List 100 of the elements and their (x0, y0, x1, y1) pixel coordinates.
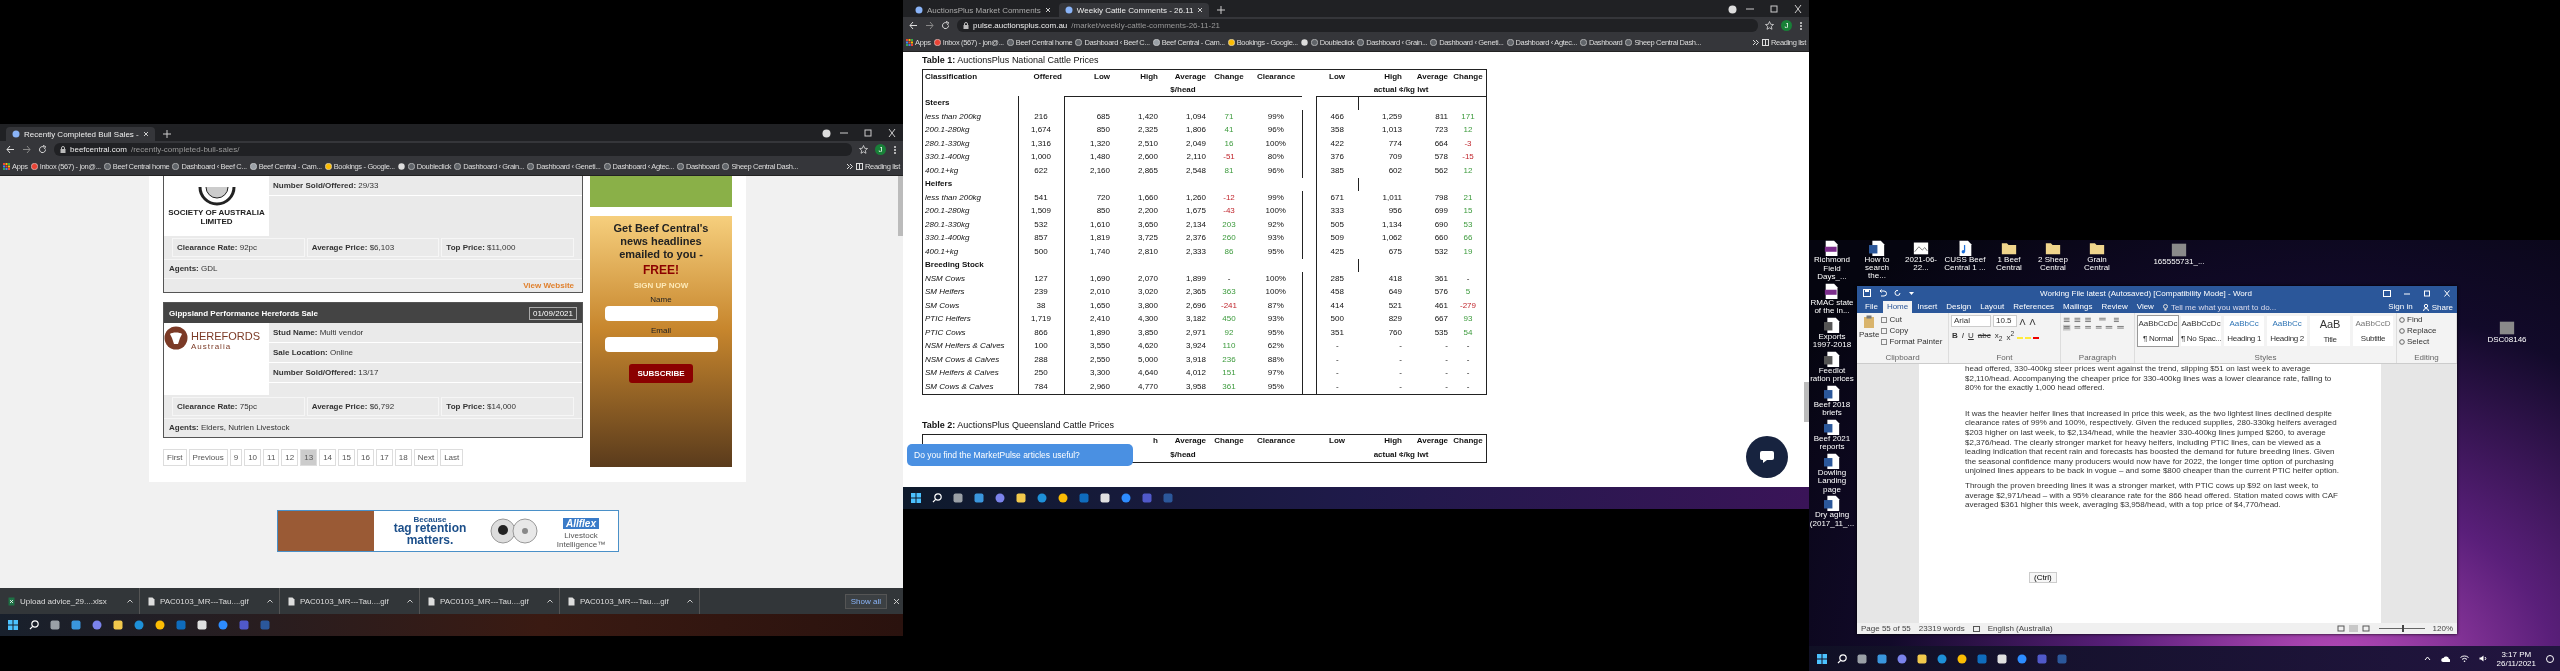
font-size-field[interactable]: 10.5 (1993, 315, 2017, 327)
profile-avatar[interactable]: J (875, 144, 886, 155)
ribbon-tab[interactable]: Review (2097, 301, 2132, 313)
plus-icon[interactable] (1217, 6, 1226, 14)
desktop-icon-label[interactable]: Richmond Field Days_... (1809, 256, 1855, 282)
page-link[interactable]: 12 (281, 449, 299, 466)
page-link[interactable]: 18 (394, 449, 412, 466)
document-file-icon[interactable] (1869, 240, 1885, 256)
save-icon[interactable] (1863, 289, 1871, 297)
sign-in-link[interactable]: Sign in (2388, 301, 2413, 313)
square-app-icon[interactable] (1877, 653, 1887, 664)
document-file-icon[interactable] (1824, 452, 1840, 469)
minimize-icon[interactable] (839, 129, 849, 137)
minimize-icon[interactable] (1745, 5, 1755, 13)
desktop-icon-label[interactable]: RMAC state of the in... (1809, 298, 1855, 316)
paste-options-button[interactable]: (Ctrl) (2029, 572, 2057, 583)
show-all-button[interactable]: Show all (844, 593, 887, 609)
round-app-icon[interactable] (1937, 653, 1947, 664)
desktop-icon-label[interactable]: 2 Sheep Central (2031, 256, 2075, 272)
round-app-icon[interactable] (134, 620, 144, 630)
maximize-icon[interactable] (2423, 289, 2431, 297)
photo-placeholder[interactable] (2499, 320, 2515, 336)
round-app-icon[interactable] (1037, 493, 1047, 503)
url-field[interactable]: beefcentral.com /recently-completed-bull-sales/ (54, 143, 852, 156)
chat-button[interactable] (1746, 436, 1788, 478)
square-app-icon[interactable] (1917, 653, 1927, 664)
style-button[interactable]: AaBbCc Heading 2 (2266, 315, 2309, 347)
forward-icon[interactable] (925, 21, 934, 30)
round-app-icon[interactable] (995, 493, 1005, 503)
format-button[interactable]: U (1967, 331, 1975, 341)
round-app-icon[interactable] (2017, 653, 2027, 664)
slider-thumb[interactable] (2401, 625, 2404, 632)
plus-icon[interactable] (162, 130, 171, 138)
profile-avatar[interactable]: J (1781, 20, 1792, 31)
caret-icon[interactable] (1909, 291, 1914, 295)
desktop-icon-label[interactable]: 2021-06-22... (1899, 256, 1943, 272)
start-icon[interactable] (8, 620, 18, 630)
search-icon[interactable] (29, 620, 39, 630)
style-button[interactable]: AaB Title (2309, 315, 2352, 347)
forward-icon[interactable] (22, 145, 31, 154)
style-button[interactable]: AaBbCcDc ¶ Normal (2137, 315, 2179, 347)
folder-icon[interactable] (2089, 240, 2105, 256)
folder-icon[interactable] (2045, 240, 2061, 256)
page-link[interactable]: Last (440, 449, 464, 466)
round-app-icon[interactable] (1957, 653, 1967, 664)
editing-button[interactable]: Replace (2399, 326, 2454, 336)
style-button[interactable]: AaBbCc Heading 1 (2223, 315, 2266, 347)
format-button[interactable]: x$^{2}$ (2005, 330, 2016, 342)
ribbon-tab[interactable]: Insert (1913, 301, 1942, 313)
start-icon[interactable] (1817, 653, 1827, 664)
page-link[interactable]: 17 (375, 449, 393, 466)
format-button[interactable]: abc (1976, 331, 1992, 341)
desktop-icon-label[interactable]: Beef 2021 reports (1809, 434, 1855, 452)
scrollbar[interactable] (898, 176, 903, 236)
subscribe-button[interactable]: SUBSCRIBE (629, 364, 693, 383)
redo-icon[interactable] (1894, 289, 1902, 297)
document-file-icon[interactable] (1824, 384, 1840, 401)
square-app-icon[interactable] (1100, 493, 1110, 503)
spreadsheet-file-icon[interactable] (1824, 316, 1840, 333)
spreadsheet-file-icon[interactable] (1824, 350, 1840, 367)
browser-tab[interactable]: Recently Completed Bull Sales - (6, 127, 155, 141)
square-app-icon[interactable] (50, 620, 60, 630)
ribbon-tab[interactable]: File (1861, 301, 1882, 313)
search-icon[interactable] (1837, 653, 1847, 664)
square-app-icon[interactable] (1016, 493, 1026, 503)
round-app-icon[interactable] (1897, 653, 1907, 664)
page-link[interactable]: 9 (229, 449, 243, 466)
search-icon[interactable] (932, 493, 942, 503)
round-app-icon[interactable] (155, 620, 165, 630)
pdf-file-icon[interactable] (1824, 282, 1840, 299)
cloud-icon[interactable] (2440, 655, 2450, 662)
paste-button[interactable]: Paste (1859, 315, 1880, 353)
ribbon-tab[interactable]: Mailings (2059, 301, 2097, 313)
clock[interactable]: 3:17 PM 26/11/2021 (2496, 649, 2536, 668)
undo-icon[interactable] (1878, 289, 1887, 297)
view-modes-icon[interactable] (2336, 625, 2371, 632)
scrollbar[interactable] (1804, 382, 1809, 422)
page-link[interactable]: 11 (263, 449, 280, 466)
ribbon-tab[interactable]: References (2009, 301, 2059, 313)
desktop-icon-label[interactable]: 165555731_... (2149, 258, 2209, 267)
close-icon[interactable] (887, 129, 897, 137)
desktop-icon-label[interactable]: Exports 1997-2018 (1809, 332, 1855, 350)
page-link[interactable]: 13 (300, 449, 318, 466)
profile-icon[interactable] (822, 129, 831, 138)
back-icon[interactable] (6, 145, 15, 154)
editing-button[interactable]: Find (2399, 315, 2454, 325)
page-link[interactable]: 14 (319, 449, 337, 466)
speaker-icon[interactable] (2478, 655, 2487, 662)
chevron-icon[interactable] (846, 163, 853, 170)
desktop-icon-label[interactable]: How to search the... (1855, 256, 1899, 280)
url-field[interactable]: pulse.auctionsplus.com.au /market/weekly-cattle-comments-26-11-21 (957, 19, 1758, 32)
restore-icon[interactable] (863, 129, 873, 137)
format-painter-button[interactable]: Format Painter (1881, 337, 1943, 347)
square-app-icon[interactable] (113, 620, 123, 630)
ribbon-display-icon[interactable] (2383, 289, 2391, 297)
cut-button[interactable]: Cut (1881, 315, 1943, 325)
start-icon[interactable] (911, 493, 921, 503)
browser-tab[interactable]: Weekly Cattle Comments - 26.11 (1058, 3, 1210, 17)
menu-icon[interactable] (893, 144, 897, 155)
image-file-icon[interactable] (1913, 240, 1929, 256)
